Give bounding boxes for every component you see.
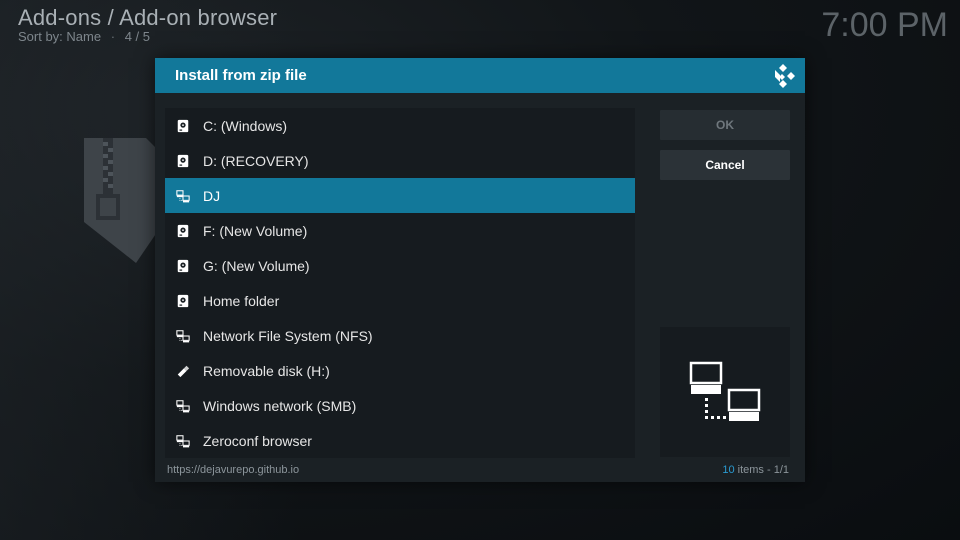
list-item[interactable]: Windows network (SMB) [165,388,635,423]
list-item-label: F: (New Volume) [203,222,308,239]
network-icon [175,188,191,204]
item-count-number: 10 [722,464,735,476]
list-item[interactable]: Home folder [165,283,635,318]
cancel-button[interactable]: Cancel [660,150,790,180]
list-item[interactable]: C: (Windows) [165,108,635,143]
hard-drive-icon [175,293,191,309]
zip-file-icon [84,138,164,263]
network-preview-icon [689,361,761,421]
dialog-header: Install from zip file [155,58,805,93]
list-item[interactable]: Zeroconf browser [165,423,635,458]
position-indicator: 4 / 5 [124,29,150,44]
network-icon [175,328,191,344]
sort-info: Sort by: Name · 4 / 5 [18,29,150,44]
list-item-label: D: (RECOVERY) [203,152,309,169]
list-item[interactable]: G: (New Volume) [165,248,635,283]
list-item-label: Removable disk (H:) [203,362,330,379]
network-icon [175,433,191,449]
item-count-text: items - 1/1 [734,464,789,476]
separator: · [110,29,116,44]
list-item[interactable]: F: (New Volume) [165,213,635,248]
list-item[interactable]: D: (RECOVERY) [165,143,635,178]
hard-drive-icon [175,223,191,239]
source-list[interactable]: C: (Windows) D: (RECOVERY) DJ F: (New Volum… [165,108,635,458]
list-item-label: Zeroconf browser [203,432,312,449]
sort-label: Sort by: Name [18,29,102,44]
list-item[interactable]: Removable disk (H:) [165,353,635,388]
clock: 7:00 PM [821,6,948,44]
hard-drive-icon [175,118,191,134]
item-count: 10 items - 1/1 [722,464,789,476]
preview-panel [660,327,790,457]
hard-drive-icon [175,153,191,169]
list-item-label: Network File System (NFS) [203,327,373,344]
install-zip-dialog: Install from zip file C: (Windows) D: (RE… [155,58,805,482]
list-item-label: DJ [203,187,221,204]
page-title: Add-ons / Add-on browser [18,5,278,30]
list-item[interactable]: Network File System (NFS) [165,318,635,353]
usb-icon [175,363,191,379]
hard-drive-icon [175,258,191,274]
network-icon [175,398,191,414]
ok-button[interactable]: OK [660,110,790,140]
list-item-label: Home folder [203,292,280,309]
list-item[interactable]: DJ [165,178,635,213]
list-item-label: C: (Windows) [203,117,288,134]
list-item-label: Windows network (SMB) [203,397,357,414]
list-item-label: G: (New Volume) [203,257,310,274]
kodi-logo-icon [775,64,795,88]
dialog-title: Install from zip file [175,67,307,84]
footer-url: https://dejavurepo.github.io [167,464,300,476]
